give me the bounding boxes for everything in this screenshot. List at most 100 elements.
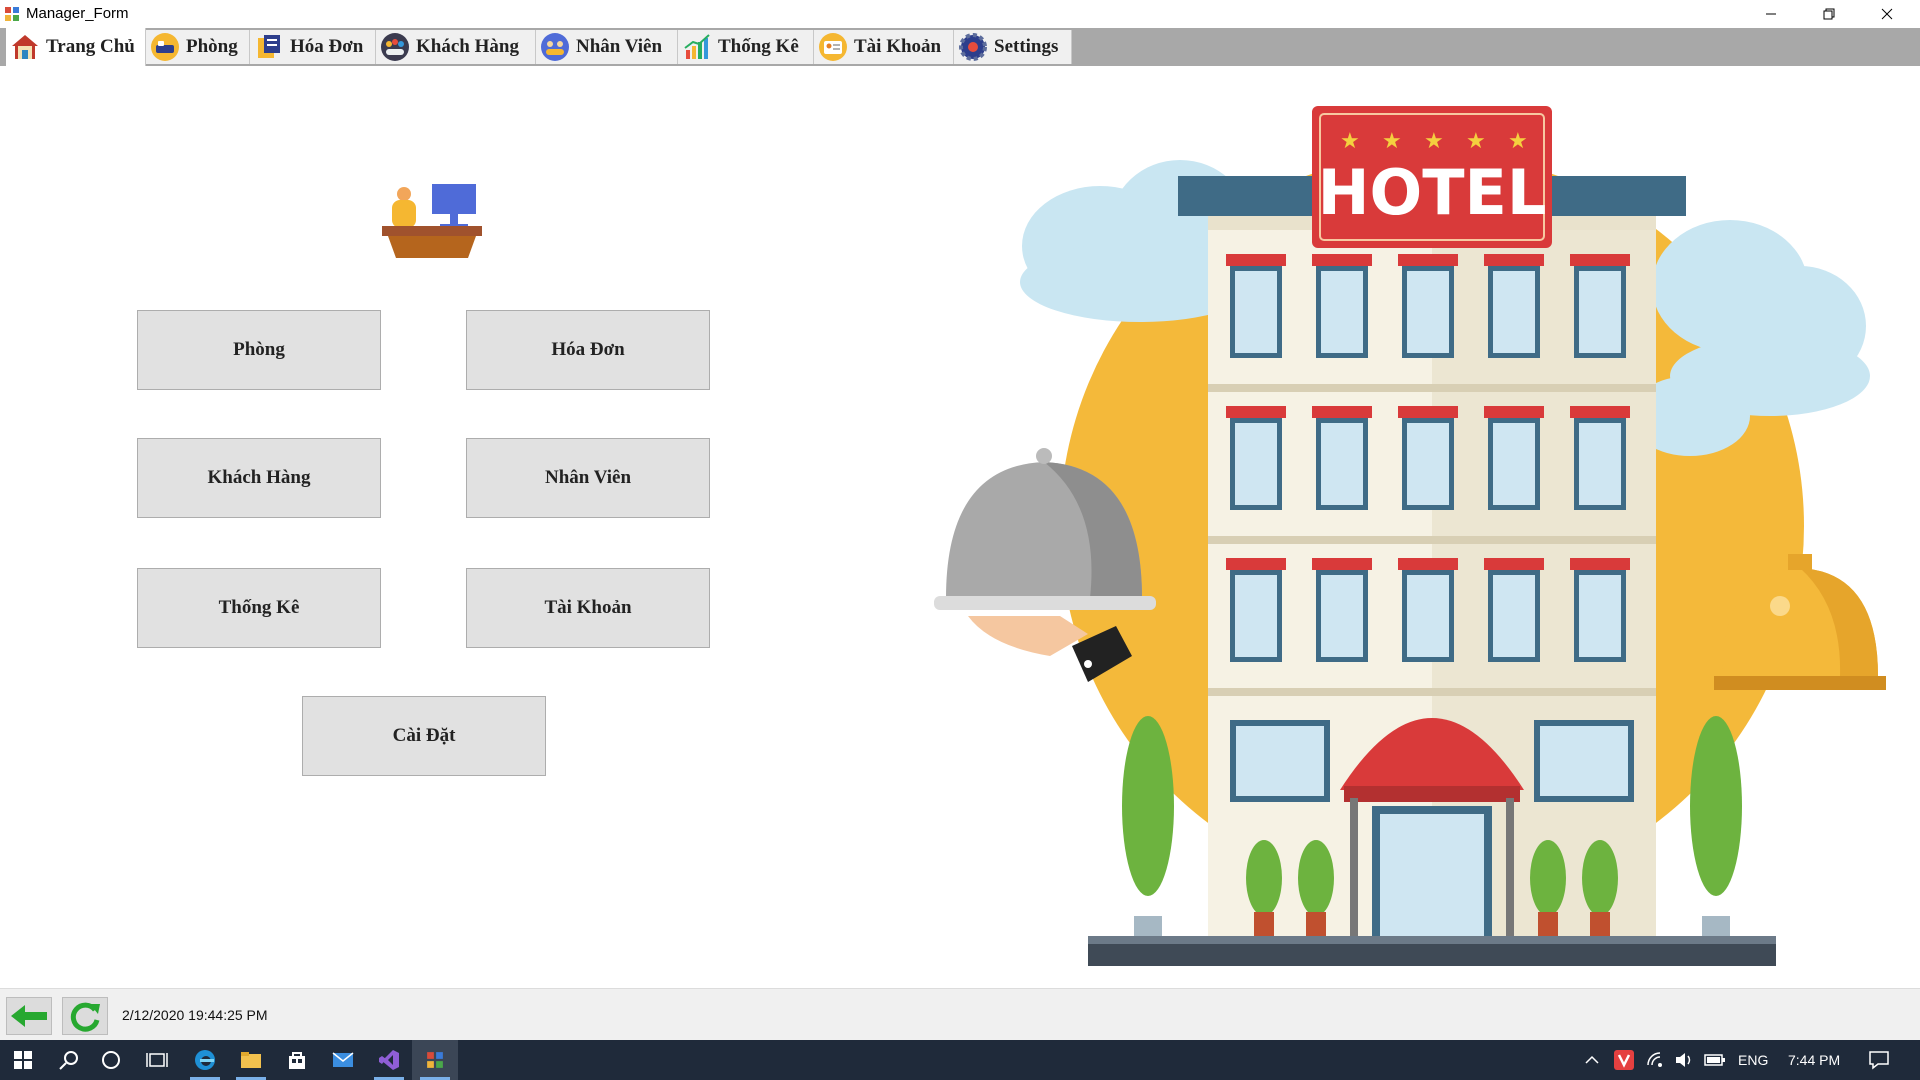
windows-logo-icon [14, 1051, 32, 1069]
tab-khach-hang[interactable]: Khách Hàng [376, 30, 536, 64]
tab-hoa-don[interactable]: Hóa Đơn [250, 30, 376, 64]
task-view-button[interactable] [134, 1040, 180, 1080]
refresh-icon [70, 1002, 100, 1032]
svg-text:★: ★ [1382, 129, 1402, 154]
tab-label: Nhân Viên [576, 36, 663, 57]
window-awning [1398, 406, 1458, 418]
search-button[interactable] [46, 1040, 92, 1080]
speaker-icon [1676, 1053, 1691, 1067]
svg-text:★: ★ [1508, 129, 1528, 154]
search-icon [59, 1051, 78, 1070]
window-awning [1570, 254, 1630, 266]
file-explorer-button[interactable] [228, 1040, 274, 1080]
window-title: Manager_Form [26, 5, 129, 22]
customers-icon [381, 33, 409, 61]
window-awning [1312, 558, 1372, 570]
mail-icon [332, 1052, 354, 1067]
wifi-icon [1647, 1052, 1662, 1067]
window-glass [1321, 271, 1363, 353]
staff-icon [541, 33, 569, 61]
window-glass [1493, 575, 1535, 657]
back-button[interactable] [6, 997, 52, 1035]
window-glass [1407, 423, 1449, 505]
thong-ke-button[interactable]: Thống Kê [137, 568, 381, 648]
window-awning [1226, 254, 1286, 266]
phong-button[interactable]: Phòng [137, 310, 381, 390]
clock[interactable]: 7:44 PM [1788, 1040, 1840, 1080]
store-bag-icon [289, 1052, 305, 1069]
nhan-vien-button[interactable]: Nhân Viên [466, 438, 710, 518]
account-icon [819, 33, 847, 61]
tab-nhan-vien[interactable]: Nhân Viên [536, 30, 678, 64]
tab-trang-chu[interactable]: Trang Chủ [6, 28, 146, 66]
window-awning [1484, 254, 1544, 266]
manager-form-taskbar-button[interactable] [412, 1040, 458, 1080]
app-icon [5, 7, 19, 21]
cortana-circle-icon [102, 1051, 120, 1069]
window-glass [1579, 575, 1621, 657]
window-awning [1398, 254, 1458, 266]
back-arrow-icon [11, 1005, 47, 1027]
window-glass [1235, 423, 1277, 505]
home-panel: Phòng Hóa Đơn Khách Hàng Nhân Viên Thống… [0, 66, 1920, 988]
cai-dat-button[interactable]: Cài Đặt [302, 696, 546, 776]
minimize-button[interactable] [1742, 0, 1800, 28]
window-awning [1226, 406, 1286, 418]
cortana-button[interactable] [88, 1040, 134, 1080]
language-indicator[interactable]: ENG [1738, 1040, 1768, 1080]
hotel-sign-text: HOTEL [1318, 156, 1547, 229]
tab-tai-khoan[interactable]: Tài Khoản [814, 30, 954, 64]
tai-khoan-button[interactable]: Tài Khoản [466, 568, 710, 648]
svg-text:★: ★ [1466, 129, 1486, 154]
window-glass [1493, 423, 1535, 505]
battery-button[interactable] [1704, 1040, 1726, 1080]
refresh-button[interactable] [62, 997, 108, 1035]
start-button[interactable] [0, 1040, 46, 1080]
window-awning [1570, 406, 1630, 418]
edge-taskbar-button[interactable] [182, 1040, 228, 1080]
restore-icon [1823, 8, 1835, 20]
window-awning [1484, 558, 1544, 570]
datetime-label: 2/12/2020 19:44:25 PM [122, 1007, 268, 1023]
window-glass [1493, 271, 1535, 353]
svg-text:★: ★ [1340, 129, 1360, 154]
vivaldi-tray-button[interactable] [1614, 1040, 1634, 1080]
hoa-don-button[interactable]: Hóa Đơn [466, 310, 710, 390]
invoice-icon [258, 35, 280, 58]
chevron-up-icon [1585, 1055, 1599, 1064]
window-awning [1484, 406, 1544, 418]
tab-label: Thống Kê [718, 36, 799, 57]
home-icon [12, 35, 38, 59]
show-hidden-icons-button[interactable] [1584, 1040, 1600, 1080]
tab-phong[interactable]: Phòng [146, 30, 250, 64]
tab-settings[interactable]: Settings [954, 30, 1072, 64]
title-bar: Manager_Form [0, 0, 1920, 28]
close-icon [1881, 8, 1893, 20]
store-button[interactable] [274, 1040, 320, 1080]
visual-studio-button[interactable] [366, 1040, 412, 1080]
tab-label: Phòng [186, 36, 238, 57]
mail-button[interactable] [320, 1040, 366, 1080]
restore-button[interactable] [1800, 0, 1858, 28]
vivaldi-v-icon [1614, 1050, 1634, 1070]
window-awning [1570, 558, 1630, 570]
battery-icon [1704, 1054, 1725, 1066]
window-glass [1407, 271, 1449, 353]
action-center-button[interactable] [1868, 1040, 1890, 1080]
notification-icon [1869, 1051, 1889, 1070]
tab-label: Khách Hàng [416, 36, 519, 57]
room-icon [151, 33, 179, 61]
minimize-icon [1766, 13, 1776, 15]
reception-desk-icon [382, 184, 482, 258]
tab-label: Hóa Đơn [290, 36, 364, 57]
wifi-button[interactable] [1646, 1040, 1666, 1080]
window-glass [1321, 423, 1363, 505]
khach-hang-button[interactable]: Khách Hàng [137, 438, 381, 518]
hotel-illustration: ★ ★ ★ ★ ★ HOTEL [934, 106, 1886, 966]
close-button[interactable] [1858, 0, 1916, 28]
settings-gear-icon [959, 33, 987, 61]
tab-bar: Trang Chủ Phòng Hóa Đơn Khách Hàng Nhân … [0, 28, 1920, 66]
status-bar: 2/12/2020 19:44:25 PM [0, 988, 1920, 1040]
tab-thong-ke[interactable]: Thống Kê [678, 30, 814, 64]
volume-button[interactable] [1674, 1040, 1694, 1080]
